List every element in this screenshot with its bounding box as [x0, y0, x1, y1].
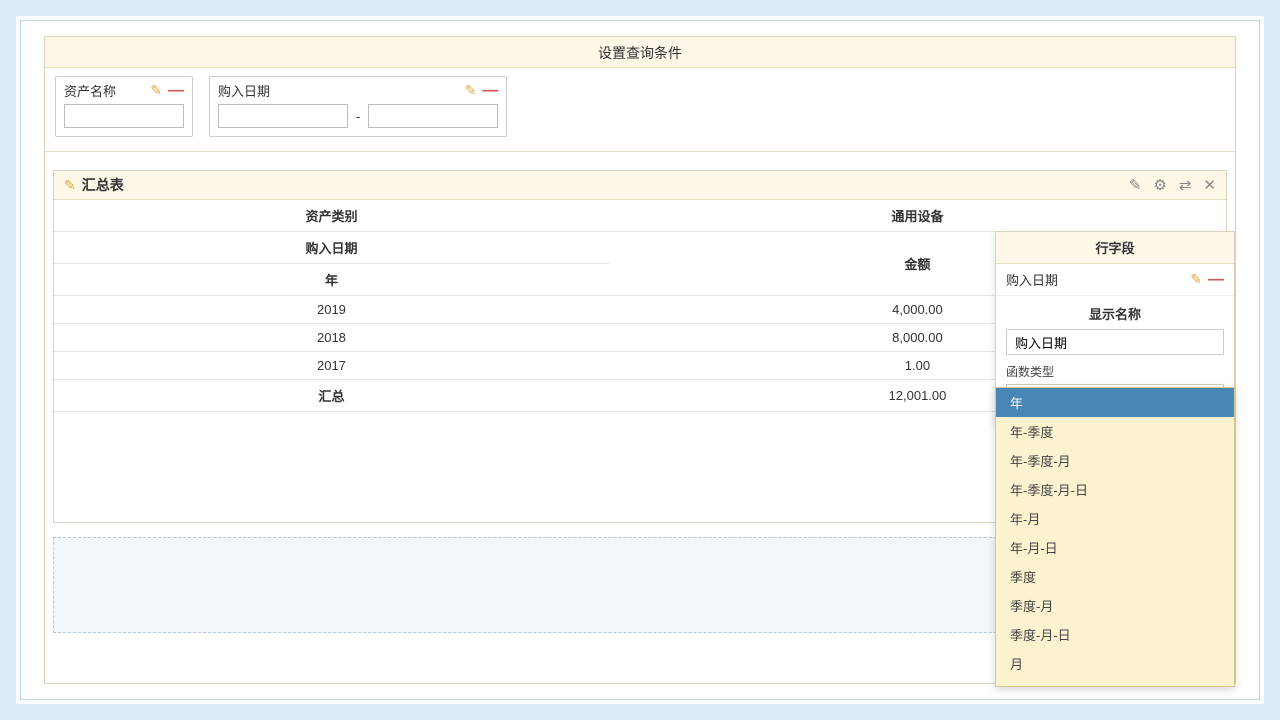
function-type-label: 函数类型 [1006, 363, 1224, 384]
function-type-option[interactable]: 年-季度-月-日 [996, 475, 1234, 504]
filters-title: 设置查询条件 [45, 37, 1235, 68]
function-type-option[interactable]: 年-月-日 [996, 533, 1234, 562]
function-type-dropdown[interactable]: 年年-季度年-季度-月年-季度-月-日年-月年-月-日季度季度-月季度-月-日月… [995, 387, 1235, 687]
remove-icon[interactable]: — [1208, 274, 1224, 286]
swap-icon[interactable]: ⇄ [1179, 176, 1192, 194]
cell-total-label: 汇总 [54, 380, 609, 412]
function-type-option[interactable]: 季度-月-日 [996, 620, 1234, 649]
edit-icon[interactable]: ✎ [1190, 271, 1202, 288]
edit-icon[interactable]: ✎ [150, 82, 162, 99]
function-type-option[interactable]: 月-日 [996, 678, 1234, 687]
col-general: 通用设备 [609, 200, 1226, 232]
cell-year: 2018 [54, 324, 609, 352]
col-year: 年 [54, 264, 609, 296]
filter-purchase-date: 购入日期 ✎ — - [209, 76, 507, 137]
row-field-item: 购入日期 ✎ — [996, 264, 1234, 296]
purchase-date-to-input[interactable] [368, 104, 498, 128]
edit-icon[interactable]: ✎ [465, 82, 477, 99]
summary-tools: ✎ ⚙ ⇄ ✕ [1129, 176, 1216, 194]
remove-icon[interactable]: — [168, 85, 184, 97]
function-type-option[interactable]: 月 [996, 649, 1234, 678]
close-icon[interactable]: ✕ [1203, 176, 1216, 194]
filter-asset-name: 资产名称 ✎ — [55, 76, 193, 137]
col-purchasedate: 购入日期 [54, 232, 609, 264]
cell-year: 2019 [54, 296, 609, 324]
function-type-option[interactable]: 季度 [996, 562, 1234, 591]
app-inner: 设置查询条件 资产名称 ✎ — 购入日期 ✎ [44, 36, 1236, 684]
row-field-name: 购入日期 [1006, 270, 1058, 289]
filters-bar: 资产名称 ✎ — 购入日期 ✎ — [45, 68, 1235, 152]
row-field-panel-title: 行字段 [996, 232, 1234, 264]
gear-icon[interactable]: ⚙ [1153, 176, 1166, 194]
col-assetcategory: 资产类别 [54, 200, 609, 232]
app-frame: 设置查询条件 资产名称 ✎ — 购入日期 ✎ [16, 16, 1264, 704]
function-type-option[interactable]: 季度-月 [996, 591, 1234, 620]
display-name-label: 显示名称 [1006, 304, 1224, 329]
filter-asset-name-label: 资产名称 [64, 81, 116, 100]
purchase-date-from-input[interactable] [218, 104, 348, 128]
function-type-option[interactable]: 年-季度 [996, 417, 1234, 446]
summary-title: 汇总表 [82, 175, 124, 195]
edit-icon[interactable]: ✎ [64, 177, 76, 194]
table-row: 资产类别 通用设备 [54, 200, 1226, 232]
function-type-option[interactable]: 年-月 [996, 504, 1234, 533]
function-type-option[interactable]: 年 [996, 388, 1234, 417]
function-type-option[interactable]: 年-季度-月 [996, 446, 1234, 475]
range-dash: - [354, 109, 362, 124]
filter-purchase-date-label: 购入日期 [218, 81, 270, 100]
remove-icon[interactable]: — [482, 85, 498, 97]
asset-name-input[interactable] [64, 104, 184, 128]
compose-icon[interactable]: ✎ [1129, 176, 1142, 194]
summary-header: ✎ 汇总表 ✎ ⚙ ⇄ ✕ [54, 171, 1226, 200]
display-name-input[interactable] [1006, 329, 1224, 355]
cell-year: 2017 [54, 352, 609, 380]
